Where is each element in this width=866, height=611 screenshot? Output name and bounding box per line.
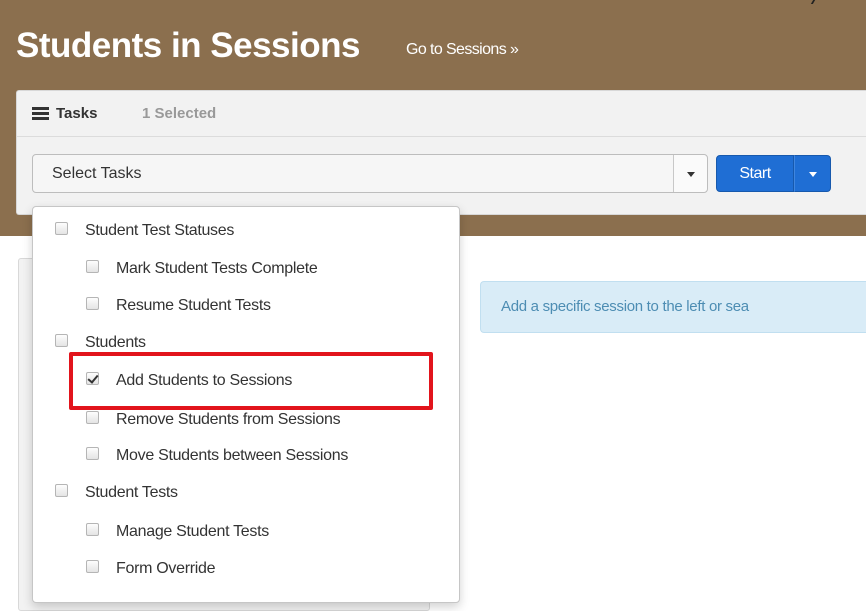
start-button[interactable]: Start — [716, 155, 794, 192]
chevron-down-icon — [808, 171, 817, 177]
option-label: Student Tests — [85, 484, 178, 501]
checkbox[interactable] — [86, 447, 99, 460]
tasks-header: Tasks 1 Selected — [17, 91, 866, 137]
option-label: Mark Student Tests Complete — [116, 260, 318, 277]
checkbox[interactable] — [55, 222, 68, 235]
option-label: Remove Students from Sessions — [116, 411, 341, 428]
option-label: Move Students between Sessions — [116, 447, 349, 464]
info-message: Add a specific session to the left or se… — [501, 298, 749, 315]
start-options-toggle[interactable] — [794, 155, 831, 192]
select-tasks-value: Select Tasks — [52, 165, 142, 182]
checkbox[interactable] — [86, 411, 99, 424]
tasks-selected-count: 1 Selected — [142, 105, 217, 122]
option-label: Resume Student Tests — [116, 297, 271, 314]
option-label: Form Override — [116, 560, 216, 577]
checkbox[interactable] — [86, 560, 99, 573]
highlight-annotation — [69, 352, 433, 410]
go-to-sessions-link[interactable]: Go to Sessions » — [406, 41, 519, 59]
option-label: Student Test Statuses — [85, 222, 235, 239]
page-title: Students in Sessions — [16, 26, 360, 65]
checkbox[interactable] — [55, 484, 68, 497]
tasks-label: Tasks — [56, 105, 98, 122]
tasks-panel: Tasks 1 Selected Select Tasks Start — [16, 90, 866, 215]
info-alert: Add a specific session to the left or se… — [480, 281, 866, 333]
chevron-down-icon — [686, 171, 695, 177]
list-icon — [32, 107, 49, 120]
select-tasks-toggle[interactable] — [673, 155, 707, 192]
option-label: Manage Student Tests — [116, 523, 269, 540]
select-tasks-dropdown[interactable]: Select Tasks — [32, 154, 708, 193]
checkbox[interactable] — [55, 334, 68, 347]
checkbox[interactable] — [86, 297, 99, 310]
checkbox[interactable] — [86, 260, 99, 273]
checkbox[interactable] — [86, 523, 99, 536]
option-label: Students — [85, 334, 146, 351]
